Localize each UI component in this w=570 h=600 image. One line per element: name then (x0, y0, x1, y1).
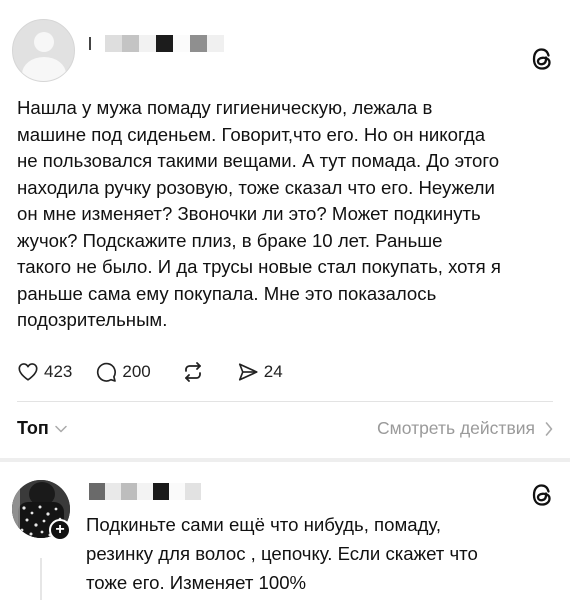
chevron-down-icon (54, 425, 67, 432)
sort-row: Топ Смотреть действия (17, 418, 553, 444)
share-icon (238, 363, 258, 381)
view-actions-link[interactable]: Смотреть действия (377, 418, 553, 439)
post-text: Нашла у мужа помаду гигиеническую, лежал… (17, 97, 501, 330)
avatar-body-shape (22, 57, 66, 81)
redacted-username[interactable] (89, 35, 224, 52)
comment-text: Подкиньте сами ещё что нибудь, помаду, р… (86, 514, 478, 593)
author-avatar[interactable] (12, 19, 75, 82)
chevron-right-icon (545, 421, 553, 436)
shares-count: 24 (263, 362, 283, 381)
repost-button[interactable] (181, 359, 205, 385)
reply-comment: + Подкиньте сами ещё что нибудь, помаду,… (0, 462, 570, 600)
threads-logo-icon[interactable] (530, 46, 554, 72)
post-actions-bar: 423 200 24 (17, 359, 283, 385)
sort-label: Топ (17, 418, 49, 438)
avatar-head-shape (34, 32, 54, 52)
redacted-commenter-username[interactable] (89, 483, 201, 500)
divider (17, 401, 553, 402)
main-post: Нашла у мужа помаду гигиеническую, лежал… (0, 0, 570, 455)
sort-dropdown[interactable]: Топ (17, 418, 67, 439)
reply-button[interactable]: 200 (95, 359, 151, 385)
follow-button[interactable]: + (49, 519, 71, 541)
replies-count: 200 (122, 362, 151, 381)
comment-icon (97, 362, 117, 382)
like-button[interactable]: 423 (17, 359, 72, 385)
heart-icon (18, 363, 38, 381)
share-button[interactable]: 24 (237, 359, 283, 385)
thread-line (40, 558, 42, 600)
likes-count: 423 (44, 362, 73, 381)
plus-icon: + (55, 521, 65, 538)
threads-logo-icon[interactable] (530, 482, 554, 508)
view-actions-label: Смотреть действия (377, 418, 535, 438)
repost-icon (184, 362, 201, 382)
